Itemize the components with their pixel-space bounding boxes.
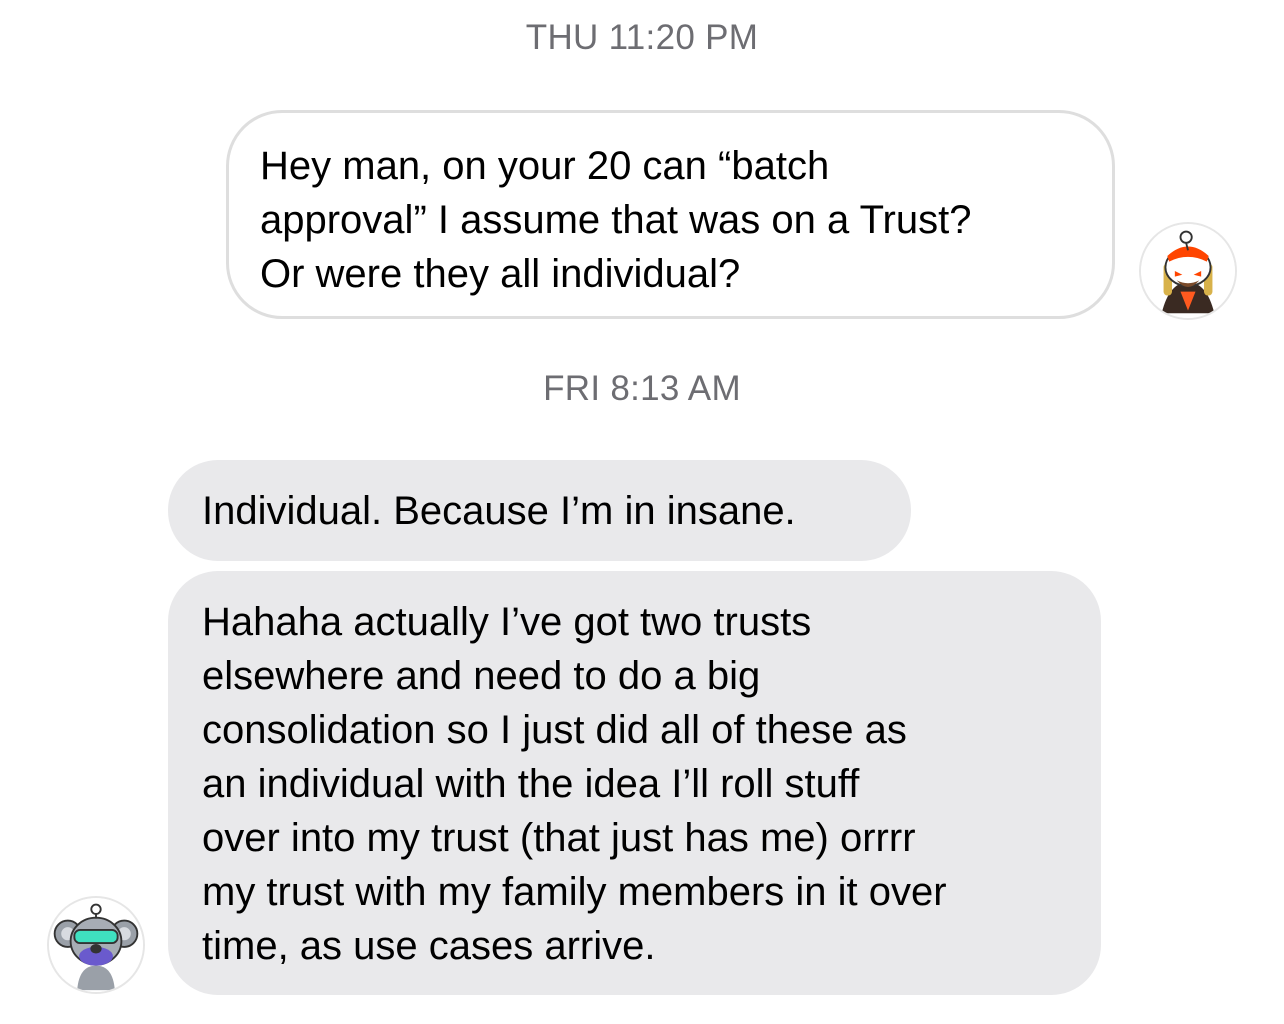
- message-line: elsewhere and need to do a big: [202, 654, 761, 698]
- message-line: approval” I assume that was on a Trust?: [260, 198, 972, 242]
- message-line: over into my trust (that just has me) or…: [202, 816, 916, 860]
- sender-avatar[interactable]: [1139, 222, 1237, 320]
- incoming-message-bubble[interactable]: Individual. Because I’m in insane.: [168, 460, 911, 561]
- message-line: Hahaha actually I’ve got two trusts: [202, 600, 812, 644]
- message-line: Hey man, on your 20 can “batch: [260, 144, 830, 188]
- message-line: Or were they all individual?: [260, 252, 741, 296]
- timestamp-fri: FRI 8:13 AM: [543, 369, 741, 408]
- message-line: my trust with my family members in it ov…: [202, 870, 947, 914]
- outgoing-message-bubble[interactable]: Hey man, on your 20 can “batch approval”…: [226, 110, 1115, 319]
- message-line: an individual with the idea I’ll roll st…: [202, 762, 860, 806]
- cartoon-koala-avatar-icon: [49, 898, 143, 992]
- incoming-message-bubble[interactable]: Hahaha actually I’ve got two trusts else…: [168, 571, 1101, 995]
- timestamp-thu: THU 11:20 PM: [525, 18, 759, 57]
- message-line: time, as use cases arrive.: [202, 924, 656, 968]
- receiver-avatar[interactable]: [47, 896, 145, 994]
- message-line: Individual. Because I’m in insane.: [202, 489, 796, 533]
- cartoon-robot-avatar-icon: [1141, 224, 1235, 318]
- message-line: consolidation so I just did all of these…: [202, 708, 907, 752]
